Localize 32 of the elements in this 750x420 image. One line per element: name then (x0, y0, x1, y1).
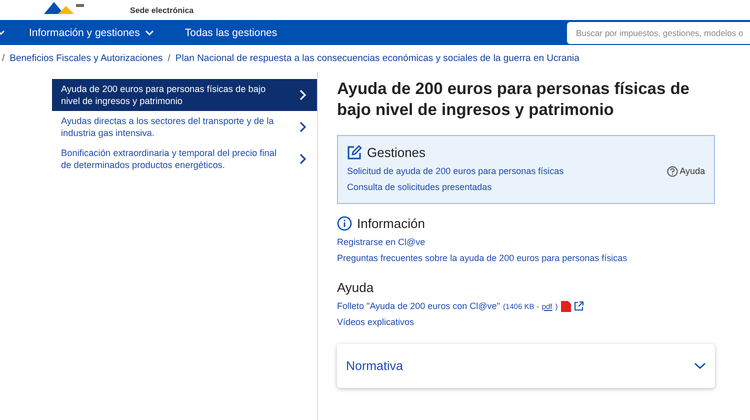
nav-menu-item[interactable]: Todas las gestiones (184, 26, 278, 38)
chevron-right-icon (299, 121, 307, 133)
page-title: Ayuda de 200 euros para personas físicas de bajo nivel de ingresos y patrimonio (337, 79, 690, 121)
link[interactable]: Preguntas frecuentes sobre la ayuda de 200 euros para personas físicas (337, 250, 715, 266)
section-heading: Ayuda (337, 280, 374, 295)
pdf-file-icon (560, 300, 571, 312)
link[interactable]: Solicitud de ayuda de 200 euros para personas físicas (347, 163, 564, 179)
site-subtitle: Sede electrónica (130, 6, 194, 15)
breadcrumb-link[interactable]: Beneficios Fiscales y Autorizaciones (10, 53, 163, 64)
section-heading: Gestiones (367, 145, 426, 160)
sidebar-item[interactable]: Ayuda de 200 euros para personas físicas de bajo nivel de ingresos y patrimonio (52, 79, 317, 111)
breadcrumb-separator: / (168, 53, 170, 64)
logo-drawing (44, 2, 84, 14)
chevron-right-icon (299, 153, 307, 165)
section-heading: Información (357, 216, 425, 231)
help-icon (666, 166, 678, 176)
link[interactable]: Consulta de solicitudes presentadas (347, 179, 705, 195)
edit-icon (347, 145, 362, 160)
sidebar-item[interactable]: Ayudas directas a los sectores del transporte y de la industria gas intensiva. (52, 111, 317, 143)
breadcrumb-separator: / (2, 53, 5, 64)
external-link-icon[interactable] (574, 301, 584, 311)
accordion-header[interactable]: Normativa (337, 344, 715, 388)
sidebar-item[interactable]: Bonificación extraordinaria y temporal del precio final de determinados productos energéticos. (52, 143, 317, 175)
nav-menu-item[interactable]: Información y gestiones (29, 26, 154, 38)
link[interactable]: Folleto "Ayuda de 200 euros con Cl@ve" (337, 298, 500, 314)
help-link[interactable]: Ayuda (666, 166, 705, 176)
info-icon (337, 216, 352, 231)
chevron-right-icon (299, 89, 307, 101)
breadcrumb-link[interactable]: Plan Nacional de respuesta a las consecuencias económicas y sociales de la guerra en Ucrania (175, 53, 580, 64)
link[interactable]: Registrarse en Cl@ve (337, 234, 715, 250)
search-field[interactable]: Buscar por impuestos, gestiones, modelos o (567, 22, 750, 44)
link[interactable]: Vídeos explicativos (337, 314, 715, 330)
